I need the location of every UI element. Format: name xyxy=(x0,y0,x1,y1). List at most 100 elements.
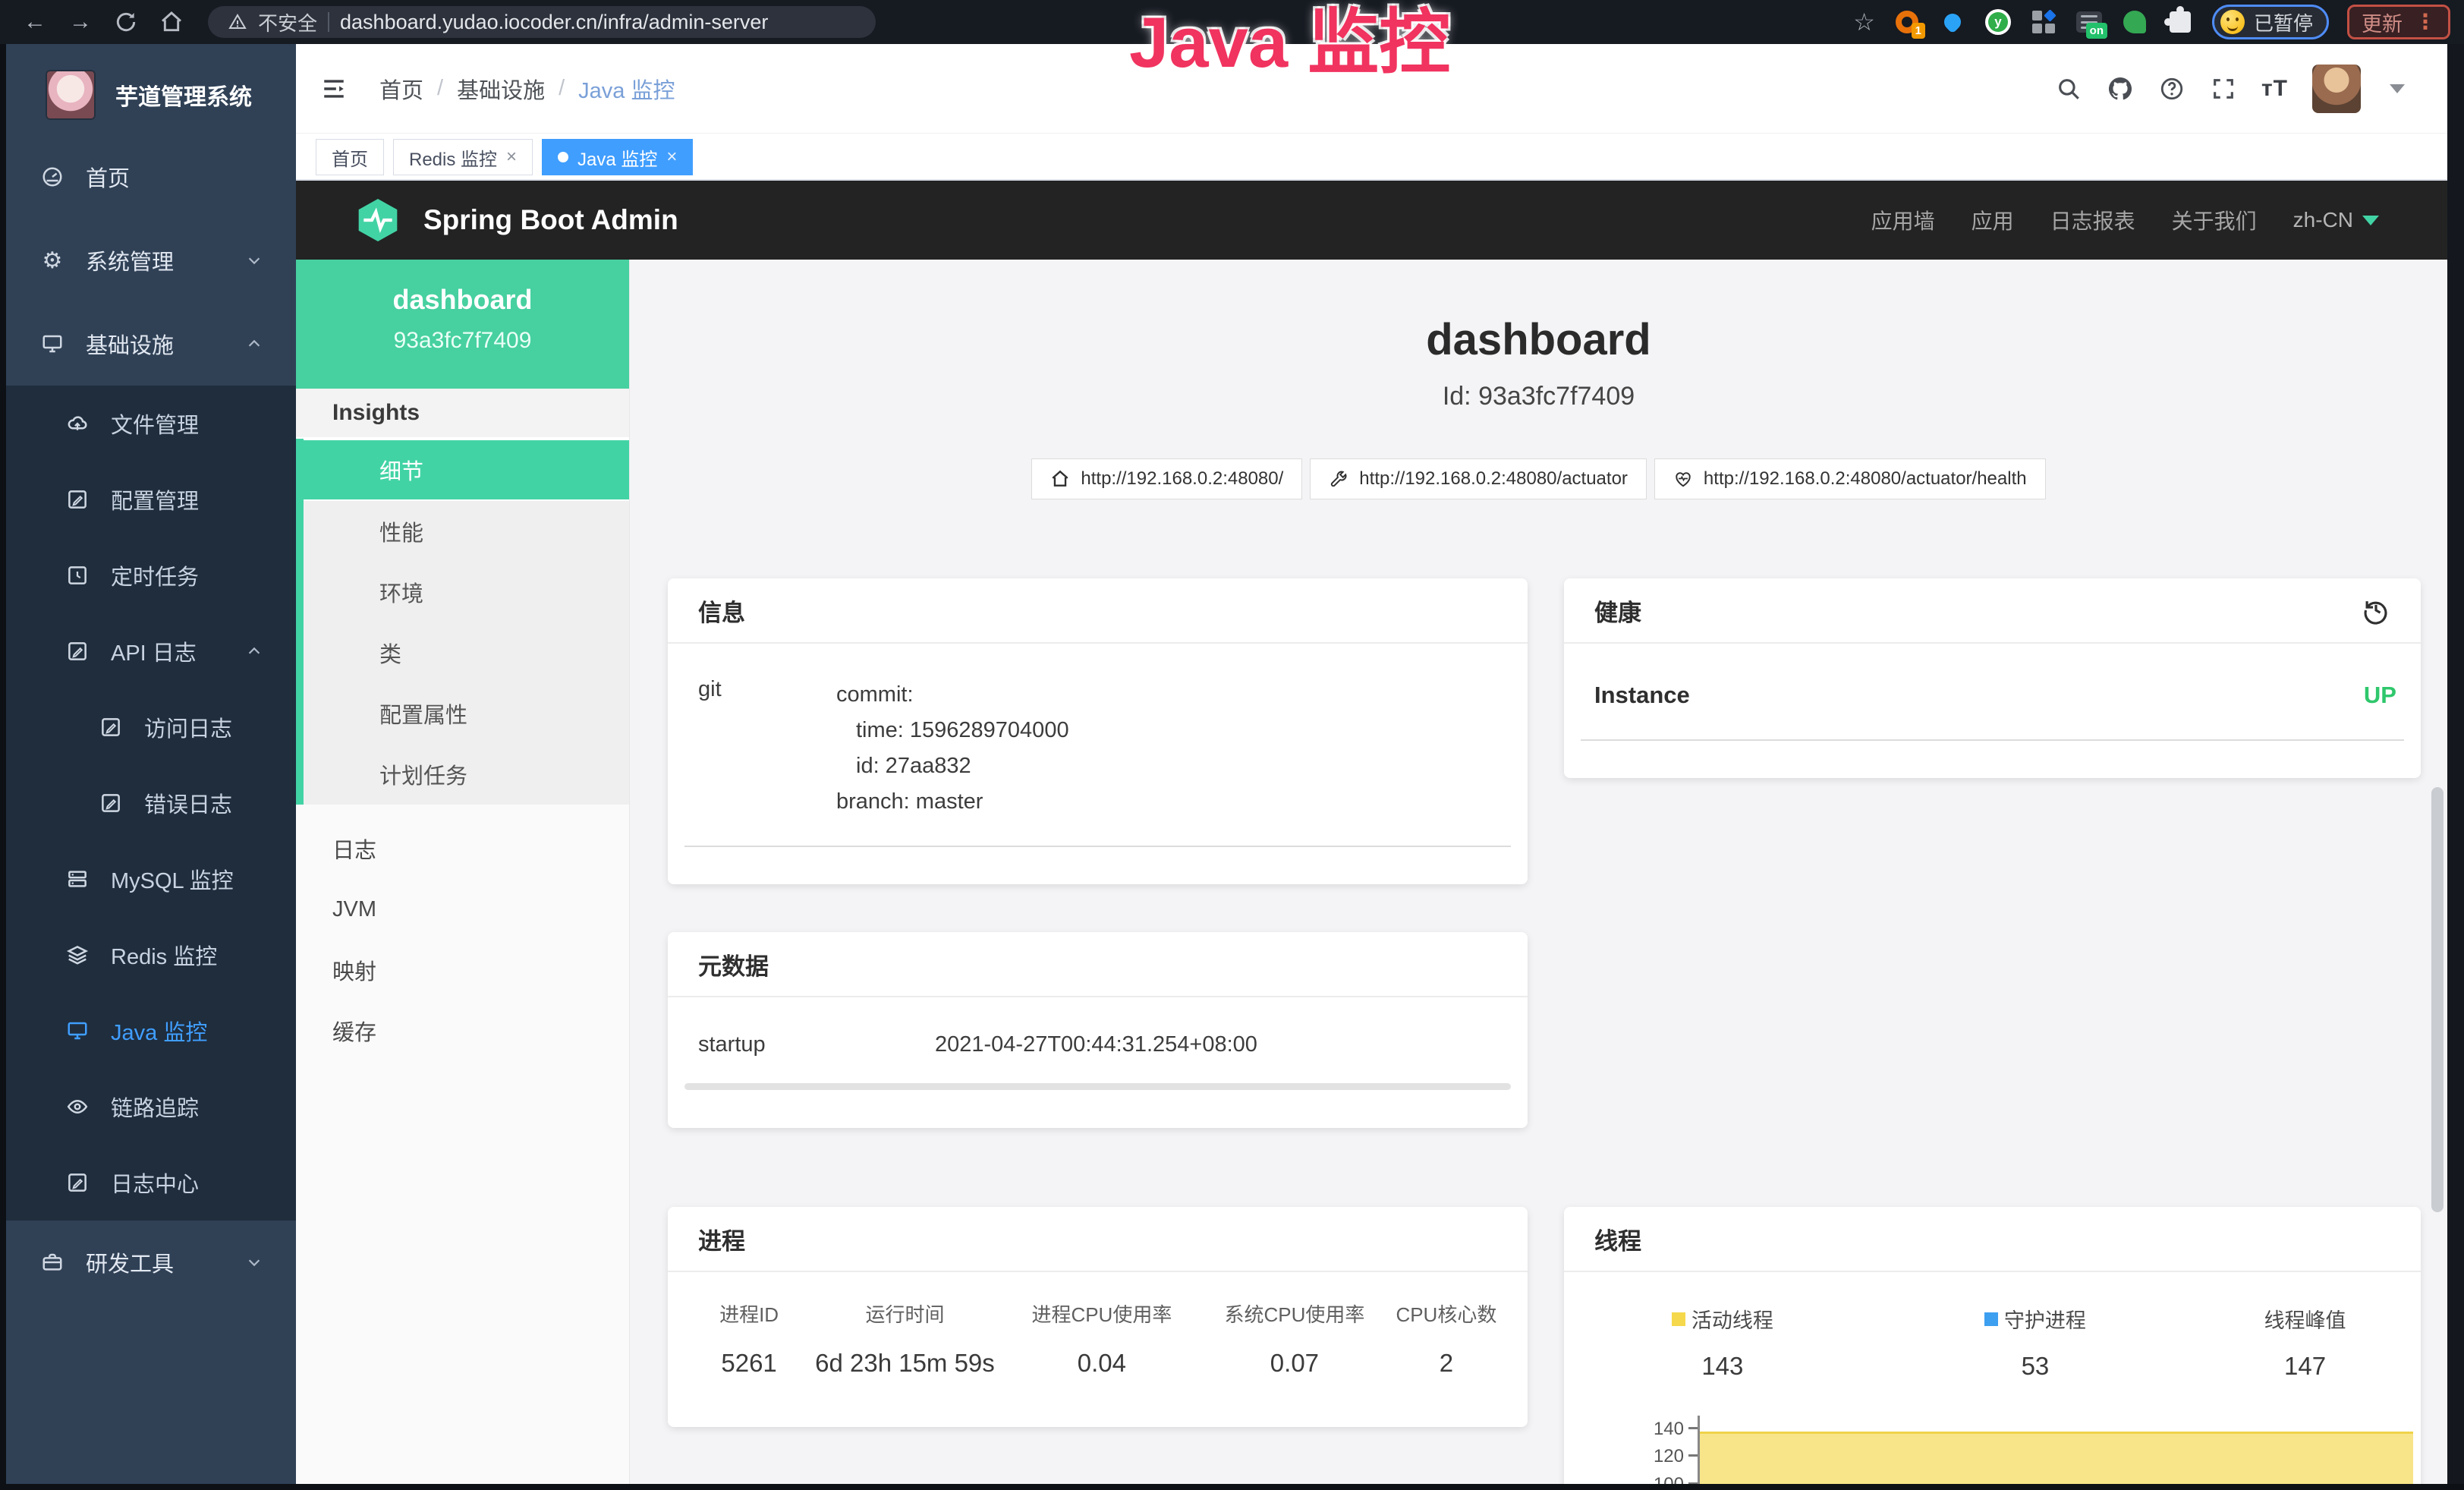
font-size-icon[interactable]: ᴛT xyxy=(2261,76,2288,102)
sidebar-item-tracing[interactable]: 链路追踪 xyxy=(6,1069,296,1145)
sidebar-item-log-center[interactable]: 日志中心 xyxy=(6,1145,296,1221)
sba-item-scheduled-tasks[interactable]: 计划任务 xyxy=(304,744,629,805)
tab-home[interactable]: 首页 xyxy=(316,139,384,175)
window-right-edge-scrollbar[interactable] xyxy=(2447,44,2464,1490)
sba-item-jvm[interactable]: JVM xyxy=(296,879,629,940)
sidebar-item-java-monitor[interactable]: Java 监控 xyxy=(6,993,296,1069)
process-value-pid: 5261 xyxy=(688,1349,810,1378)
actuator-url-button[interactable]: http://192.168.0.2:48080/actuator xyxy=(1310,458,1647,499)
extension-list-icon[interactable]: on xyxy=(2075,8,2103,36)
browser-home-button[interactable] xyxy=(155,5,188,39)
fullscreen-icon[interactable] xyxy=(2210,75,2237,102)
browser-update-button[interactable]: 更新 ⋮ xyxy=(2347,5,2450,39)
sba-nav-journal[interactable]: 日志报表 xyxy=(2050,205,2135,235)
address-bar[interactable]: 不安全 dashboard.yudao.iocoder.cn/infra/adm… xyxy=(208,6,876,38)
screenshot-annotation-text: Java 监控 xyxy=(1129,3,1450,81)
sba-item-classes[interactable]: 类 xyxy=(304,622,629,683)
health-card-title: 健康 xyxy=(1594,594,1641,628)
sidebar-item-access-log[interactable]: 访问日志 xyxy=(6,689,296,765)
sidebar-item-redis-monitor[interactable]: Redis 监控 xyxy=(6,917,296,993)
process-value-uptime: 6d 23h 15m 59s xyxy=(810,1349,999,1378)
process-value-cores: 2 xyxy=(1385,1349,1508,1378)
metadata-horizontal-scrollbar[interactable] xyxy=(684,1083,1511,1090)
bookmark-star-icon[interactable]: ☆ xyxy=(1853,8,1875,36)
process-col-cores: CPU核心数 xyxy=(1385,1299,1508,1328)
sba-sidebar: dashboard 93a3fc7f7409 Insights 细节 性能 环境… xyxy=(296,260,630,1490)
browser-menu-kebab-icon[interactable]: ⋮ xyxy=(2415,11,2436,33)
sidebar-item-api-log[interactable]: API 日志 xyxy=(6,613,296,689)
y-tick-140: 140 xyxy=(1637,1419,1684,1440)
sba-instance-header[interactable]: dashboard 93a3fc7f7409 xyxy=(296,260,629,389)
instance-links: http://192.168.0.2:48080/ http://192.168… xyxy=(630,458,2447,499)
browser-forward-button[interactable]: → xyxy=(64,5,97,39)
locale-selector[interactable]: zh-CN xyxy=(2293,208,2379,232)
search-icon[interactable] xyxy=(2055,75,2082,102)
sba-item-details[interactable]: 细节 xyxy=(304,439,629,501)
edit-square-icon xyxy=(99,791,123,815)
home-icon xyxy=(1050,469,1070,489)
sba-item-logs[interactable]: 日志 xyxy=(296,818,629,879)
spring-boot-admin-logo-icon[interactable] xyxy=(354,196,402,244)
close-icon[interactable]: × xyxy=(666,146,677,168)
extension-badge-on: on xyxy=(2086,23,2107,39)
hamburger-icon[interactable] xyxy=(319,76,349,102)
sba-item-config-props[interactable]: 配置属性 xyxy=(304,683,629,744)
history-icon[interactable] xyxy=(2362,596,2390,625)
sba-item-mappings[interactable]: 映射 xyxy=(296,940,629,1000)
browser-back-button[interactable]: ← xyxy=(18,5,52,39)
legend-label-live: 活动线程 xyxy=(1691,1304,1773,1334)
sidebar-item-dev-tools[interactable]: 研发工具 xyxy=(6,1221,296,1304)
url-text[interactable]: dashboard.yudao.iocoder.cn/infra/admin-s… xyxy=(340,11,768,34)
sidebar-item-config-management[interactable]: 配置管理 xyxy=(6,461,296,537)
breadcrumb-infra[interactable]: 基础设施 xyxy=(457,73,545,105)
sidebar-item-home[interactable]: 首页 xyxy=(6,135,296,219)
clock-icon xyxy=(65,563,90,587)
sba-nav-wallboard[interactable]: 应用墙 xyxy=(1871,205,1935,235)
sba-nav-applications[interactable]: 应用 xyxy=(1972,205,2014,235)
header-action-icons: ᴛT xyxy=(2055,65,2405,113)
avatar-caret-down-icon[interactable] xyxy=(2390,84,2405,93)
extension-grid-icon[interactable] xyxy=(2030,8,2057,36)
sba-item-metrics[interactable]: 性能 xyxy=(304,501,629,562)
browser-reload-button[interactable] xyxy=(109,5,143,39)
browser-profile-chip[interactable]: 已暂停 xyxy=(2212,5,2329,39)
tab-redis-monitor[interactable]: Redis 监控 × xyxy=(393,139,533,175)
extension-orange-icon[interactable]: 1 xyxy=(1893,8,1921,36)
tab-java-monitor[interactable]: Java 监控 × xyxy=(542,139,693,175)
sba-header: Spring Boot Admin 应用墙 应用 日志报表 关于我们 zh-CN xyxy=(296,181,2447,260)
sba-nav-about[interactable]: 关于我们 xyxy=(2172,205,2257,235)
sba-item-environment[interactable]: 环境 xyxy=(304,562,629,622)
info-git-row: git commit: time: 1596289704000 id: 27aa… xyxy=(684,644,1511,847)
dashboard-icon xyxy=(40,165,65,189)
extension-pin-icon[interactable] xyxy=(1939,8,1966,36)
help-icon[interactable] xyxy=(2158,75,2186,102)
breadcrumb-home[interactable]: 首页 xyxy=(379,73,423,105)
breadcrumb-current: Java 监控 xyxy=(578,73,675,105)
sba-brand-title[interactable]: Spring Boot Admin xyxy=(423,204,678,236)
security-chip-label[interactable]: 不安全 xyxy=(258,8,317,36)
extensions-puzzle-icon[interactable] xyxy=(2167,8,2194,36)
sidebar-item-infra[interactable]: 基础设施 xyxy=(6,302,296,386)
app-logo-row[interactable]: 芋道管理系统 xyxy=(6,44,296,135)
threads-area-chart: 140 120 100 xyxy=(1564,1414,2421,1490)
process-table: 进程ID 运行时间 进程CPU使用率 系统CPU使用率 CPU核心数 5261 … xyxy=(668,1272,1528,1378)
extension-green-icon[interactable] xyxy=(2121,8,2148,36)
page-scrollbar-thumb[interactable] xyxy=(2431,787,2444,1212)
process-col-proc-cpu: 进程CPU使用率 xyxy=(999,1299,1204,1328)
chevron-down-icon xyxy=(246,1254,263,1271)
service-url-button[interactable]: http://192.168.0.2:48080/ xyxy=(1031,458,1302,499)
sba-item-caches[interactable]: 缓存 xyxy=(296,1000,629,1061)
health-url-button[interactable]: http://192.168.0.2:48080/actuator/health xyxy=(1654,458,2046,499)
sidebar-item-file-management[interactable]: 文件管理 xyxy=(6,386,296,461)
tag-view-tabs: 首页 Redis 监控 × Java 监控 × xyxy=(296,134,2447,181)
sidebar-item-mysql-monitor[interactable]: MySQL 监控 xyxy=(6,841,296,917)
github-icon[interactable] xyxy=(2107,75,2134,102)
sidebar-item-error-log[interactable]: 错误日志 xyxy=(6,765,296,841)
info-card-title: 信息 xyxy=(668,578,1528,644)
user-avatar[interactable] xyxy=(2312,65,2361,113)
sidebar-item-system[interactable]: ⚙ 系统管理 xyxy=(6,219,296,302)
close-icon[interactable]: × xyxy=(506,146,517,168)
sba-root-items: 日志 JVM 映射 缓存 xyxy=(296,805,629,1061)
extension-y-icon[interactable]: y xyxy=(1984,8,2012,36)
sidebar-item-scheduled-jobs[interactable]: 定时任务 xyxy=(6,537,296,613)
